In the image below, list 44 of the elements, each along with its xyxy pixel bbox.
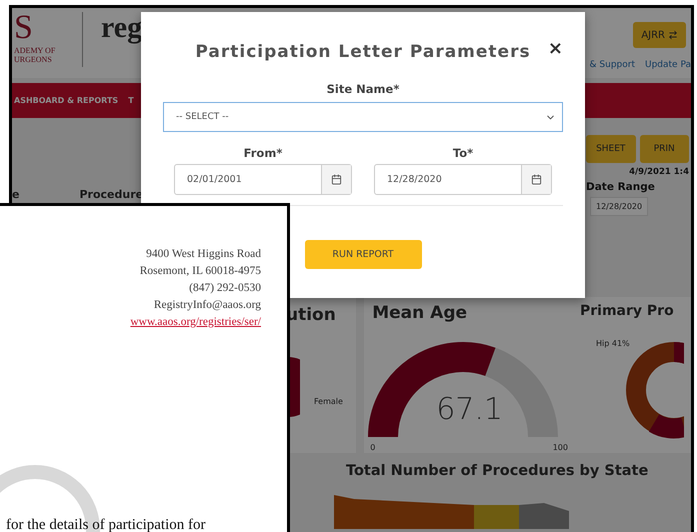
run-report-button[interactable]: RUN REPORT	[304, 240, 422, 269]
address-line: (847) 292-0530	[189, 281, 261, 296]
calendar-button[interactable]	[321, 165, 351, 194]
date-field[interactable]: 12/28/2020	[374, 164, 552, 195]
panel-title: Primary Pro	[580, 303, 675, 319]
logo-text: URGEONS	[14, 55, 53, 64]
nav-item[interactable]: ASHBOARD & REPORTS	[14, 96, 118, 105]
field-label: Site Name*	[326, 82, 400, 96]
panel-title: Total Number of Procedures by State	[346, 463, 650, 479]
dialog-title: Participation Letter Parameters	[195, 42, 531, 62]
column-header: e	[12, 188, 20, 201]
registry-switch-button[interactable]: AJRR	[633, 22, 686, 48]
calendar-icon	[331, 174, 342, 185]
swap-icon	[668, 30, 678, 40]
column-header: Procedure	[79, 188, 144, 201]
gauge-max: 100	[552, 443, 568, 452]
chart-label: Hip 41%	[596, 339, 630, 348]
gauge-min: 0	[370, 443, 376, 452]
timestamp: 4/9/2021 1:4	[629, 167, 689, 177]
chart-label: Female	[314, 397, 343, 406]
logo-text: ADEMY OF	[14, 46, 56, 55]
close-button[interactable]: ×	[548, 38, 563, 59]
field-label: To*	[452, 146, 474, 160]
date-field[interactable]: 02/01/2001	[174, 164, 352, 195]
date-range-value: 12/28/2020	[590, 197, 648, 216]
action-button[interactable]: PRIN	[640, 135, 689, 163]
address-line: RegistryInfo@aaos.org	[154, 298, 261, 313]
action-button[interactable]: SHEET	[586, 135, 636, 163]
letter-text: for the details of participation for	[6, 517, 207, 532]
field-label: From*	[244, 146, 282, 160]
filter-label: Date Range	[586, 181, 656, 193]
header-link[interactable]: Update Pa	[645, 60, 691, 70]
gauge-value: 67.1	[436, 392, 504, 427]
site-select[interactable]: -- SELECT --	[163, 102, 563, 132]
calendar-icon	[531, 174, 542, 185]
address-line: 9400 West Higgins Road	[146, 247, 261, 262]
website-link[interactable]: www.aaos.org/registries/ser/	[130, 314, 261, 331]
logo-letter: S	[14, 10, 34, 46]
panel-title: Mean Age	[372, 303, 468, 323]
address-line: Rosemont, IL 60018-4975	[140, 264, 261, 279]
calendar-button[interactable]	[521, 165, 551, 194]
brand-text: reg	[101, 10, 142, 46]
header-link[interactable]: & Support	[590, 60, 635, 70]
nav-item[interactable]: T	[128, 96, 134, 105]
